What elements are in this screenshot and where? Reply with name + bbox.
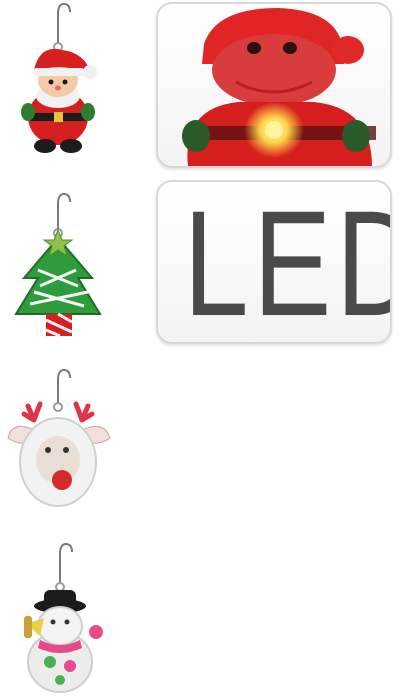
earring-hook — [59, 542, 73, 584]
earring-hook — [57, 368, 71, 404]
santa-earring — [21, 2, 97, 153]
santa-closeup-photo — [156, 2, 392, 168]
snowman-earring — [24, 542, 103, 693]
christmas-tree-earring — [14, 192, 102, 338]
reindeer-earring — [7, 368, 111, 507]
santa-closeup-image — [182, 8, 376, 166]
led-label: LED — [183, 180, 390, 344]
earring-hook — [57, 192, 71, 230]
earring-hook — [57, 2, 71, 44]
led-badge: LED — [156, 180, 392, 344]
